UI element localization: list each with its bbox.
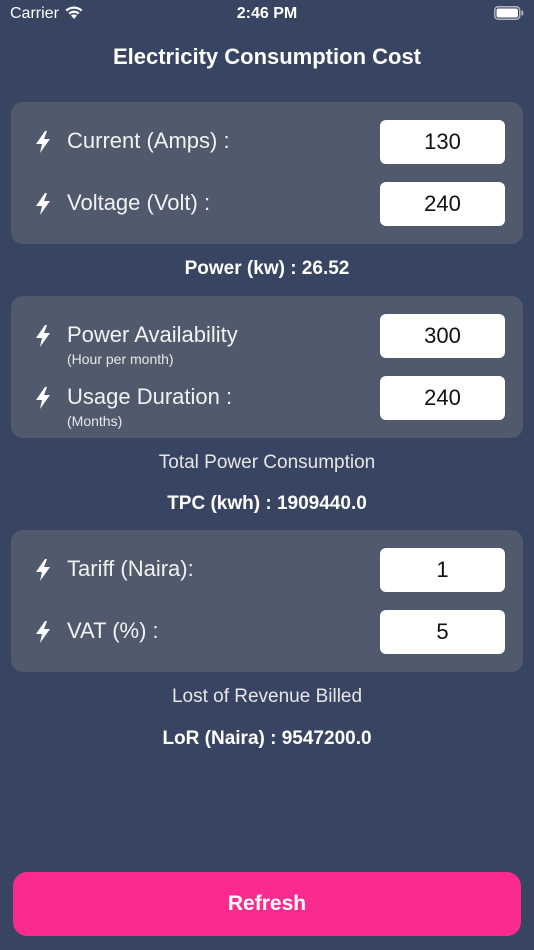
- billing-input-card: Tariff (Naira): VAT (%) :: [11, 530, 523, 672]
- availability-input[interactable]: [380, 314, 505, 358]
- usage-input-card: Power Availability (Hour per month) Usag…: [11, 296, 523, 438]
- bolt-icon: [36, 559, 50, 581]
- duration-row: Usage Duration : (Months): [11, 376, 523, 429]
- page-title: Electricity Consumption Cost: [112, 44, 422, 69]
- voltage-row: Voltage (Volt) :: [11, 182, 523, 226]
- bolt-icon: [36, 387, 50, 409]
- tariff-row: Tariff (Naira):: [11, 548, 523, 592]
- bolt-icon: [36, 621, 50, 643]
- bolt-icon: [36, 131, 50, 153]
- current-row: Current (Amps) :: [11, 120, 523, 164]
- availability-row: Power Availability (Hour per month): [11, 314, 523, 367]
- vat-label: VAT (%) :: [67, 618, 159, 643]
- status-bar: Carrier 2:46 PM: [0, 0, 534, 28]
- availability-sublabel: (Hour per month): [67, 351, 174, 367]
- current-label: Current (Amps) :: [67, 128, 230, 153]
- bolt-icon: [36, 193, 50, 215]
- battery-icon: [494, 6, 524, 20]
- tpc-label: Total Power Consumption: [158, 452, 376, 473]
- duration-sublabel: (Months): [67, 413, 123, 429]
- lor-label: Lost of Revenue Billed: [171, 686, 363, 707]
- power-result: Power (kw) : 26.52: [184, 258, 350, 279]
- refresh-button[interactable]: Refresh: [13, 872, 521, 936]
- voltage-label: Voltage (Volt) :: [67, 190, 211, 215]
- availability-label: Power Availability: [67, 322, 238, 347]
- tpc-result: TPC (kwh) : 1909440.0: [167, 493, 367, 514]
- lor-result: LoR (Naira) : 9547200.0: [162, 728, 372, 749]
- vat-input[interactable]: [380, 610, 505, 654]
- tariff-input[interactable]: [380, 548, 505, 592]
- tariff-label: Tariff (Naira):: [67, 556, 194, 581]
- duration-input[interactable]: [380, 376, 505, 420]
- voltage-input[interactable]: [380, 182, 505, 226]
- current-input[interactable]: [380, 120, 505, 164]
- duration-label: Usage Duration :: [67, 384, 233, 409]
- clock: 2:46 PM: [236, 5, 298, 22]
- vat-row: VAT (%) :: [11, 610, 523, 654]
- electrical-input-card: Current (Amps) : Voltage (Volt) :: [11, 102, 523, 244]
- bolt-icon: [36, 325, 50, 347]
